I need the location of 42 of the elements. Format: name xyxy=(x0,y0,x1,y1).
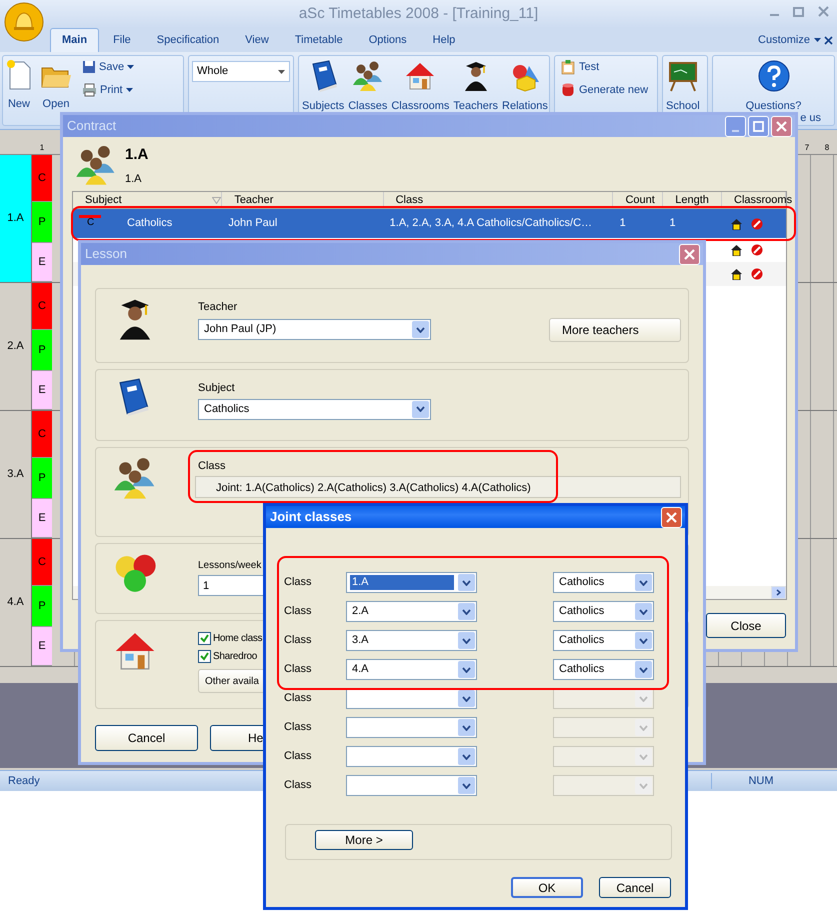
checkbox-label: Sharedroo xyxy=(213,650,257,664)
record-subheading: 1.A xyxy=(125,172,143,186)
lesson-cell: C xyxy=(32,283,52,330)
lesson-cell: E xyxy=(32,499,52,538)
table-cell: 1.A, 2.A, 3.A, 4.A Catholics/Catholics/C… xyxy=(390,217,592,230)
dialog-title: Lesson xyxy=(85,245,128,264)
field-label: Subject xyxy=(198,381,236,396)
column-number: 7 xyxy=(804,142,810,154)
lesson-cell: P xyxy=(32,202,52,244)
subject-tag: C xyxy=(79,218,101,228)
lesson-cell: E xyxy=(32,627,52,666)
field-label: Class xyxy=(284,633,313,648)
dialog-title: Contract xyxy=(67,117,118,136)
column-number: 8 xyxy=(824,142,830,154)
column-number: 1 xyxy=(38,142,46,154)
dialog-title: Joint classes xyxy=(270,508,353,526)
status-text: Ready xyxy=(8,774,40,789)
record-heading: 1.A xyxy=(125,145,148,165)
field-label: Class xyxy=(284,691,313,706)
field-label: Class xyxy=(198,459,227,474)
checkbox-label: Home class xyxy=(213,632,262,646)
lesson-cell: C xyxy=(32,539,52,586)
field-label: Class xyxy=(284,720,313,736)
field-label: Class xyxy=(284,749,313,764)
table-cell-text: Catholics xyxy=(127,216,172,232)
window-title: aSc Timetables 2008 - [Training_11] xyxy=(298,4,538,24)
lesson-cell: P xyxy=(32,458,52,500)
table-cell: 1 xyxy=(669,217,676,230)
lesson-cell: P xyxy=(32,586,52,628)
table-cell: John Paul xyxy=(228,217,278,230)
field-label: Lessons/week xyxy=(198,559,262,573)
table-cell: 1 xyxy=(620,217,626,230)
field-label: Teacher xyxy=(198,300,238,315)
field-label: Class xyxy=(284,575,313,590)
lesson-cell: E xyxy=(32,371,52,410)
field-label: Class xyxy=(284,778,313,794)
lesson-cell: C xyxy=(32,155,52,202)
field-label: Class xyxy=(284,604,313,620)
lesson-cell: C xyxy=(32,411,52,458)
lesson-cell: E xyxy=(32,243,52,282)
status-indicator: NUM xyxy=(711,772,810,790)
lesson-cell: P xyxy=(32,330,52,372)
